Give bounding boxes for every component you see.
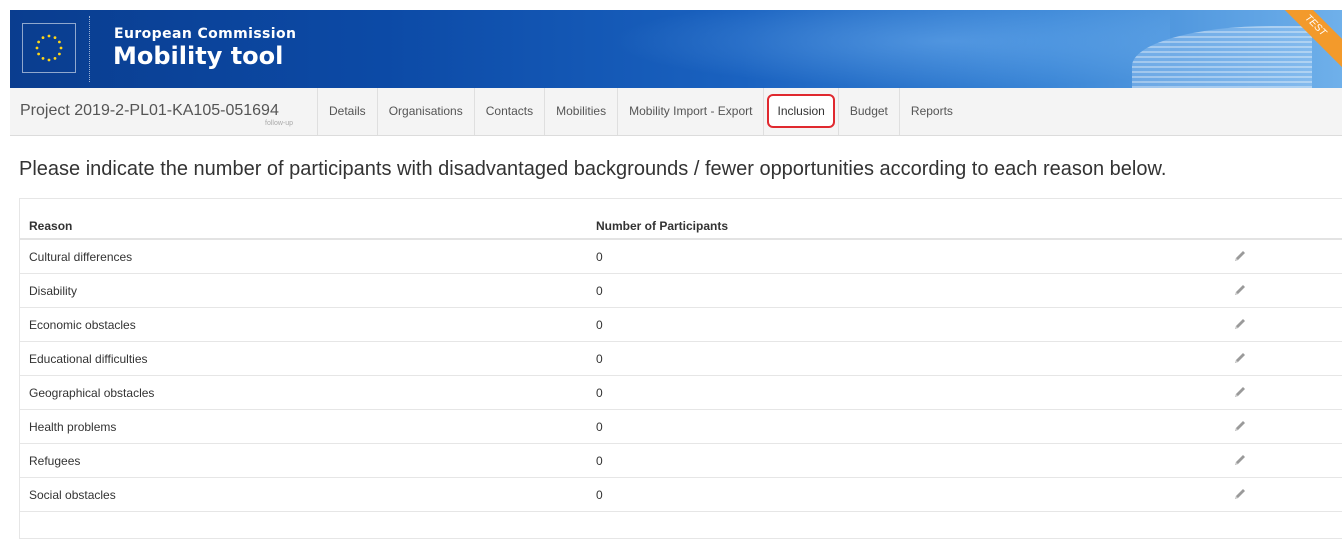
project-title[interactable]: Project 2019-2-PL01-KA105-051694	[20, 102, 279, 120]
tab-reports[interactable]: Reports	[898, 88, 964, 135]
table-header: Reason Number of Participants	[20, 215, 1342, 240]
row-reason: Disability	[29, 284, 78, 298]
tab-mobility-import-export[interactable]: Mobility Import - Export	[617, 88, 763, 135]
row-count: 0	[596, 386, 603, 400]
row-reason: Cultural differences	[29, 250, 133, 264]
row-reason: Refugees	[29, 454, 81, 468]
row-count: 0	[596, 420, 603, 434]
banner-divider	[89, 16, 90, 82]
row-reason: Educational difficulties	[29, 352, 148, 366]
tab-budget[interactable]: Budget	[837, 88, 899, 135]
tab-details[interactable]: Details	[317, 88, 377, 135]
pencil-icon[interactable]	[1232, 384, 1248, 400]
table-row: Educational difficulties 0	[20, 342, 1342, 376]
row-count: 0	[596, 284, 603, 298]
row-count: 0	[596, 488, 603, 502]
pencil-icon[interactable]	[1232, 316, 1248, 332]
pencil-icon[interactable]	[1232, 248, 1248, 264]
table-row: Cultural differences 0	[20, 240, 1342, 274]
pencil-icon[interactable]	[1232, 350, 1248, 366]
table-row: Health problems 0	[20, 410, 1342, 444]
row-reason: Economic obstacles	[29, 318, 136, 332]
column-header-participants: Number of Participants	[596, 219, 729, 233]
table-row: Social obstacles 0	[20, 478, 1342, 512]
header-banner: European Commission Mobility tool TEST	[10, 10, 1342, 88]
column-header-reason: Reason	[29, 219, 73, 233]
tab-mobilities[interactable]: Mobilities	[544, 88, 617, 135]
tab-inclusion[interactable]: Inclusion	[763, 88, 837, 135]
eu-flag-icon[interactable]	[22, 23, 76, 73]
pencil-icon[interactable]	[1232, 452, 1248, 468]
row-reason: Social obstacles	[29, 488, 116, 502]
banner-glow	[610, 10, 1170, 88]
project-navbar: Project 2019-2-PL01-KA105-051694 follow-…	[10, 88, 1342, 136]
pencil-icon[interactable]	[1232, 418, 1248, 434]
row-count: 0	[596, 454, 603, 468]
table-row: Geographical obstacles 0	[20, 376, 1342, 410]
row-reason: Geographical obstacles	[29, 386, 155, 400]
pencil-icon[interactable]	[1232, 486, 1248, 502]
nav-tabs: Details Organisations Contacts Mobilitie…	[317, 88, 964, 135]
tab-contacts[interactable]: Contacts	[473, 88, 544, 135]
row-count: 0	[596, 318, 603, 332]
table-row: Economic obstacles 0	[20, 308, 1342, 342]
row-count: 0	[596, 352, 603, 366]
row-reason: Health problems	[29, 420, 117, 434]
app-title[interactable]: Mobility tool	[113, 42, 283, 70]
org-name: European Commission	[114, 26, 297, 42]
pencil-icon[interactable]	[1232, 282, 1248, 298]
table-row: Refugees 0	[20, 444, 1342, 478]
page-heading: Please indicate the number of participan…	[19, 158, 1167, 180]
project-subtitle: follow-up	[265, 120, 294, 127]
table-row: Disability 0	[20, 274, 1342, 308]
tab-organisations[interactable]: Organisations	[376, 88, 474, 135]
inclusion-table: Reason Number of Participants Cultural d…	[19, 198, 1342, 539]
row-count: 0	[596, 250, 603, 264]
